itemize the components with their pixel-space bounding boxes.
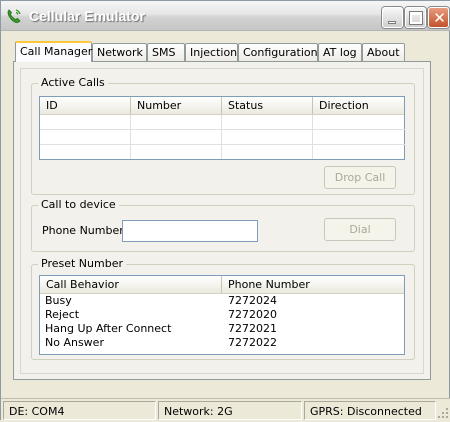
- call-behavior-cell: Busy: [45, 294, 72, 307]
- list-item[interactable]: Busy 7272024: [40, 294, 404, 308]
- grid-cell: [131, 130, 222, 145]
- grid-cell: [313, 115, 405, 130]
- call-behavior-cell: Reject: [45, 308, 80, 321]
- column-call-behavior[interactable]: Call Behavior: [40, 276, 222, 293]
- drop-call-button[interactable]: Drop Call: [324, 166, 396, 189]
- phone-number-cell: 7272022: [228, 336, 277, 349]
- grid-cell: [40, 115, 131, 130]
- status-gprs: GPRS: Disconnected: [304, 401, 436, 420]
- call-behavior-cell: Hang Up After Connect: [45, 322, 172, 335]
- grid-cell: [222, 145, 313, 159]
- preset-number-header: Call Behavior Phone Number: [40, 276, 404, 294]
- status-bar: DE: COM4 Network: 2G GPRS: Disconnected: [1, 398, 450, 421]
- resize-grip-icon[interactable]: [437, 407, 449, 419]
- tab-call-manager[interactable]: Call Manager: [15, 41, 92, 62]
- call-behavior-cell: No Answer: [45, 336, 104, 349]
- grid-cell: [131, 145, 222, 159]
- list-item[interactable]: Hang Up After Connect 7272021: [40, 322, 404, 336]
- status-de: DE: COM4: [3, 401, 156, 420]
- window-title: Cellular Emulator: [29, 8, 145, 24]
- grid-cell: [40, 130, 131, 145]
- column-id[interactable]: ID: [40, 97, 131, 114]
- phone-number-cell: 7272020: [228, 308, 277, 321]
- column-direction[interactable]: Direction: [313, 97, 405, 114]
- list-item[interactable]: Reject 7272020: [40, 308, 404, 322]
- tab-at-log[interactable]: AT log: [318, 43, 362, 61]
- grid-cell: [313, 145, 405, 159]
- grid-cell: [40, 145, 131, 159]
- maximize-icon: [410, 12, 422, 24]
- app-window: Cellular Emulator ✕ Call Manager Network…: [0, 0, 450, 421]
- phone-number-input[interactable]: [122, 220, 258, 242]
- minimize-button[interactable]: [382, 7, 403, 28]
- maximize-button[interactable]: [405, 7, 426, 28]
- call-to-device-label: Call to device: [38, 198, 119, 211]
- column-number[interactable]: Number: [131, 97, 222, 114]
- call-to-device-group: Call to device Phone Number: Dial: [31, 198, 415, 252]
- phone-icon: [6, 8, 22, 24]
- tab-injection[interactable]: Injection: [185, 43, 238, 61]
- preset-number-list[interactable]: Call Behavior Phone Number Busy 7272024 …: [39, 275, 405, 355]
- tab-network[interactable]: Network: [92, 43, 147, 61]
- active-calls-group: Active Calls ID Number Status Direction …: [31, 76, 415, 195]
- phone-number-label: Phone Number:: [42, 224, 128, 237]
- preset-number-group: Preset Number Call Behavior Phone Number…: [31, 257, 415, 360]
- column-status[interactable]: Status: [222, 97, 313, 114]
- grid-cell: [313, 130, 405, 145]
- active-calls-header: ID Number Status Direction: [40, 97, 404, 115]
- title-bar[interactable]: Cellular Emulator ✕: [1, 1, 450, 31]
- phone-number-cell: 7272024: [228, 294, 277, 307]
- tab-configuration[interactable]: Configuration: [238, 43, 318, 61]
- list-item[interactable]: No Answer 7272022: [40, 336, 404, 350]
- minimize-icon: [388, 21, 396, 24]
- active-calls-label: Active Calls: [38, 76, 108, 89]
- tab-about[interactable]: About: [362, 43, 405, 61]
- status-network: Network: 2G: [158, 401, 302, 420]
- tab-sms[interactable]: SMS: [147, 43, 185, 61]
- close-button[interactable]: ✕: [428, 7, 449, 28]
- grid-cell: [131, 115, 222, 130]
- active-calls-list[interactable]: ID Number Status Direction: [39, 96, 405, 160]
- close-icon: ✕: [433, 9, 446, 27]
- dial-button[interactable]: Dial: [324, 218, 396, 241]
- column-phone-number[interactable]: Phone Number: [222, 276, 405, 293]
- grid-cell: [222, 130, 313, 145]
- preset-number-label: Preset Number: [38, 257, 126, 270]
- grid-cell: [222, 115, 313, 130]
- phone-number-cell: 7272021: [228, 322, 277, 335]
